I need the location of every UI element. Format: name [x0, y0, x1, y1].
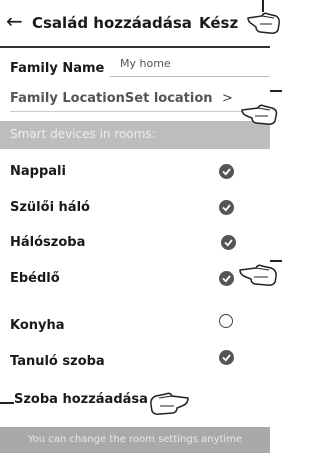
unchecked-circle-icon[interactable] [219, 314, 233, 328]
family-settings-screen: ← Család hozzáadása Kész Family Name My … [0, 0, 270, 453]
room-row[interactable]: Tanuló szoba [0, 350, 270, 376]
checked-circle-icon[interactable] [219, 271, 234, 286]
footer-bar: You can change the room settings anytime [0, 427, 270, 453]
room-row[interactable]: Konyha [0, 314, 270, 340]
page-title: Család hozzáadása [32, 14, 192, 32]
chevron-right-icon[interactable]: > [222, 91, 233, 106]
room-name: Hálószoba [10, 235, 86, 250]
room-row[interactable]: Hálószoba [0, 231, 270, 257]
back-arrow-icon[interactable]: ← [6, 11, 23, 31]
room-row[interactable]: Nappali [0, 160, 270, 186]
room-name: Ebédlő [10, 271, 60, 286]
checked-circle-icon[interactable] [219, 164, 234, 179]
family-location-label: Family LocationSet location [10, 91, 213, 106]
family-name-row: Family Name My home [0, 56, 270, 82]
annotation-line [0, 402, 14, 404]
family-name-label: Family Name [10, 61, 105, 76]
family-name-input[interactable]: My home [120, 57, 171, 70]
room-name: Konyha [10, 318, 65, 333]
family-location-row[interactable]: Family LocationSet location > [0, 86, 270, 112]
room-name: Nappali [10, 164, 66, 179]
checked-circle-icon[interactable] [219, 200, 234, 215]
add-room-button[interactable]: Szoba hozzáadása [14, 392, 148, 407]
done-button[interactable]: Kész [199, 14, 238, 32]
pointing-hand-icon [150, 392, 189, 415]
divider [10, 111, 270, 112]
room-name: Szülői háló [10, 200, 90, 215]
section-title: Smart devices in rooms: [10, 127, 156, 141]
checked-circle-icon[interactable] [219, 350, 234, 365]
room-row[interactable]: Ebédlő [0, 267, 270, 293]
pointing-hand-icon [239, 264, 277, 286]
pointing-hand-icon [241, 104, 278, 125]
room-row[interactable]: Szülői háló [0, 196, 270, 222]
footer-hint: You can change the room settings anytime [27, 434, 243, 445]
header-bar: ← Család hozzáadása Kész [0, 0, 270, 48]
pointing-hand-icon [247, 12, 280, 34]
annotation-line [270, 90, 282, 92]
checked-circle-icon[interactable] [221, 235, 236, 250]
rooms-section-header: Smart devices in rooms: [0, 121, 270, 149]
family-name-underline [110, 76, 270, 77]
room-name: Tanuló szoba [10, 354, 105, 369]
